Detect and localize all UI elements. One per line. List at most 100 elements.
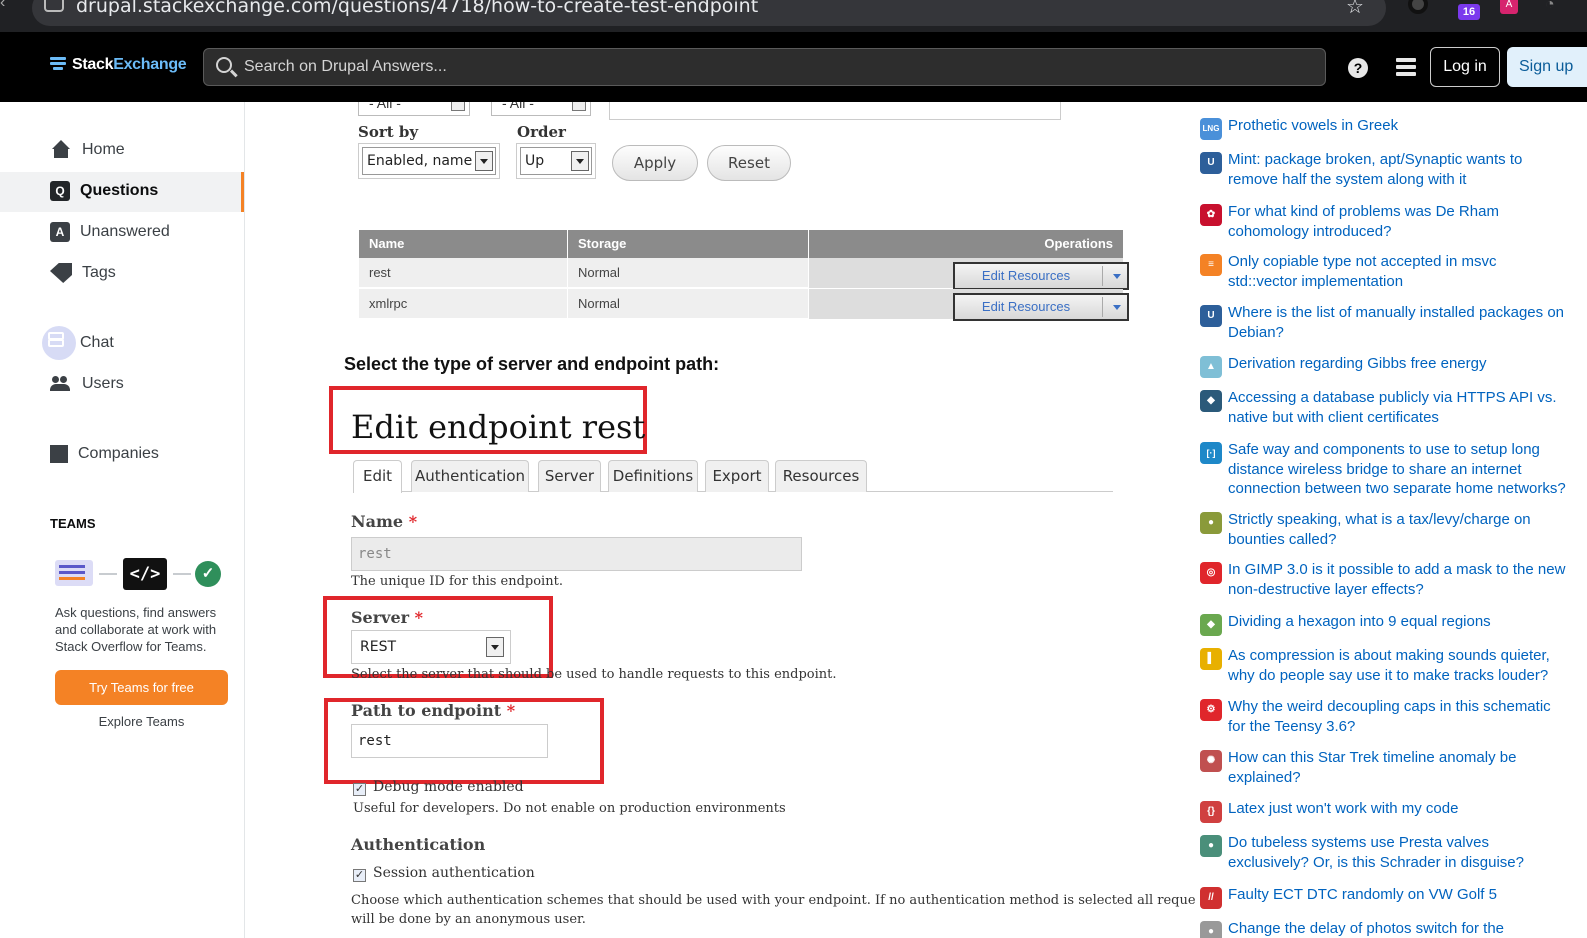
- hot-question-link[interactable]: How can this Star Trek timeline anomaly …: [1228, 748, 1568, 787]
- nav-home-label: Home: [82, 141, 125, 158]
- tab-edit: Edit: [353, 460, 402, 493]
- filter-dropdown-1: - All -: [358, 102, 470, 116]
- chevron-down-icon: [486, 637, 504, 657]
- nav-users-label: Users: [82, 375, 124, 392]
- teams-illustration: </> ✓: [55, 556, 225, 596]
- left-sidebar: Home Q Questions A Unanswered Tags Chat …: [0, 102, 245, 938]
- nav-tags-label: Tags: [82, 264, 116, 281]
- name-label: Name *: [351, 512, 418, 531]
- extension-icon-2[interactable]: ◔: [1545, 0, 1555, 14]
- teams-heading: TEAMS: [50, 516, 96, 531]
- logo-text-stack: Stack: [72, 56, 114, 73]
- nav-unanswered-label: Unanswered: [80, 223, 170, 240]
- site-icon: ●: [1200, 835, 1222, 857]
- hot-question-link[interactable]: Dividing a hexagon into 9 equal regions: [1228, 612, 1568, 632]
- tab-definitions: Definitions: [608, 460, 698, 492]
- nav-questions[interactable]: Q Questions: [50, 181, 158, 201]
- name-description: The unique ID for this endpoint.: [351, 574, 563, 589]
- debug-checkbox: ✓: [353, 783, 366, 796]
- sort-by-select: Enabled, name: [358, 143, 500, 179]
- nav-companies[interactable]: Companies: [50, 445, 159, 463]
- stackexchange-logo[interactable]: Stack Exchange: [50, 56, 187, 74]
- hot-question-link[interactable]: Why the weird decoupling caps in this sc…: [1228, 697, 1568, 736]
- nav-unanswered[interactable]: A Unanswered: [50, 222, 170, 242]
- logo-text-exchange: Exchange: [113, 56, 187, 73]
- extension-icon[interactable]: [1408, 0, 1428, 14]
- nav-questions-label: Questions: [80, 182, 159, 199]
- hot-question-link[interactable]: Only copiable type not accepted in msvc …: [1228, 252, 1568, 291]
- debug-label: Debug mode enabled: [373, 779, 524, 795]
- site-info-icon[interactable]: [44, 0, 64, 12]
- section-heading: Select the type of server and endpoint p…: [344, 354, 720, 374]
- nav-companies-label: Companies: [78, 445, 159, 462]
- nav-home[interactable]: Home: [50, 140, 125, 160]
- translate-extension-icon[interactable]: A: [1500, 0, 1518, 14]
- site-icon: [·]: [1200, 442, 1222, 464]
- explore-teams-link[interactable]: Explore Teams: [55, 714, 228, 729]
- home-icon: [50, 140, 72, 160]
- sort-by-label: Sort by: [358, 123, 419, 141]
- path-field: rest: [351, 724, 548, 758]
- hot-question-link[interactable]: Mint: package broken, apt/Synaptic wants…: [1228, 150, 1568, 189]
- name-field: rest: [351, 537, 802, 571]
- unanswered-icon: A: [50, 222, 70, 242]
- nav-users[interactable]: Users: [50, 374, 124, 394]
- login-button[interactable]: Log in: [1430, 47, 1500, 87]
- bookmark-star-icon[interactable]: ☆: [1346, 0, 1364, 19]
- hot-question-link[interactable]: Latex just won't work with my code: [1228, 799, 1568, 819]
- tab-export: Export: [705, 460, 769, 492]
- extension-badge[interactable]: 16: [1458, 4, 1480, 20]
- tab-server: Server: [538, 460, 601, 492]
- search-icon: [216, 57, 232, 73]
- hot-question-link[interactable]: For what kind of problems was De Rham co…: [1228, 202, 1568, 241]
- table-row: xmlrpc Normal Edit Resources: [359, 289, 1129, 321]
- edit-resources-button: Edit Resources: [953, 293, 1129, 321]
- nav-chat[interactable]: Chat: [42, 326, 114, 360]
- hot-question-link[interactable]: Change the delay of photos switch for th…: [1228, 919, 1568, 938]
- site-icon: ✺: [1200, 750, 1222, 772]
- try-teams-button[interactable]: Try Teams for free: [55, 670, 228, 705]
- server-label: Server *: [351, 608, 424, 627]
- hot-question-link[interactable]: Do tubeless systems use Presta valves ex…: [1228, 833, 1568, 872]
- apply-button: Apply: [612, 145, 698, 181]
- chevron-down-icon: [571, 151, 589, 171]
- hot-network-questions: LNG Prothetic vowels in Greek U Mint: pa…: [1195, 102, 1587, 938]
- url-text[interactable]: drupal.stackexchange.com/questions/4718/…: [76, 0, 758, 17]
- hot-question-link[interactable]: Derivation regarding Gibbs free energy: [1228, 354, 1568, 374]
- site-icon: ◆: [1200, 390, 1222, 412]
- site-icon: ◆: [1200, 614, 1222, 636]
- site-icon: U: [1200, 152, 1222, 174]
- tab-authentication: Authentication: [411, 460, 529, 492]
- questions-icon: Q: [50, 181, 70, 201]
- search-box[interactable]: [203, 48, 1326, 86]
- site-icon: ●: [1200, 512, 1222, 534]
- companies-icon: [50, 445, 68, 463]
- tag-icon: [50, 263, 72, 283]
- signup-button[interactable]: Sign up: [1507, 47, 1587, 87]
- site-header: Stack Exchange ? Log in Sign up: [0, 32, 1587, 102]
- site-icon: ⚙: [1200, 699, 1222, 721]
- site-icon: {}: [1200, 801, 1222, 823]
- teams-description: Ask questions, find answers and collabor…: [55, 605, 217, 654]
- site-icon: ✿: [1200, 204, 1222, 226]
- table-header: Name Storage Operations: [359, 230, 1123, 258]
- reset-button: Reset: [707, 145, 791, 181]
- users-icon: [50, 374, 72, 394]
- hot-question-link[interactable]: Faulty ECT DTC randomly on VW Golf 5: [1228, 885, 1568, 905]
- chat-icon: [42, 326, 76, 360]
- hot-question-link[interactable]: Accessing a database publicly via HTTPS …: [1228, 388, 1568, 427]
- checkmark-icon: ✓: [195, 561, 221, 587]
- hot-question-link[interactable]: In GIMP 3.0 is it possible to add a mask…: [1228, 560, 1568, 599]
- nav-tags[interactable]: Tags: [50, 263, 116, 283]
- site-switcher-icon[interactable]: [1396, 58, 1416, 78]
- hot-question-link[interactable]: As compression is about making sounds qu…: [1228, 646, 1568, 685]
- hot-question-link[interactable]: Safe way and components to use to setup …: [1228, 440, 1568, 499]
- search-input[interactable]: [244, 49, 1304, 85]
- hot-question-link[interactable]: Prothetic vowels in Greek: [1228, 116, 1568, 136]
- hot-question-link[interactable]: Where is the list of manually installed …: [1228, 303, 1568, 342]
- site-icon: ≡: [1200, 254, 1222, 276]
- hot-question-link[interactable]: Strictly speaking, what is a tax/levy/ch…: [1228, 510, 1568, 549]
- filter-dropdown-2: - All -: [491, 102, 591, 116]
- back-icon[interactable]: ‹: [0, 0, 5, 12]
- help-icon[interactable]: ?: [1348, 58, 1368, 78]
